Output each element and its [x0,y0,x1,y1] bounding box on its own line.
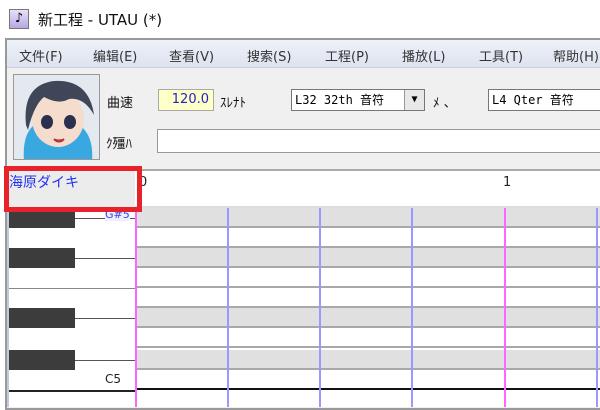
grid-row [135,350,600,370]
grid-row [135,208,600,228]
lyric-label: ｸ殭ﾊ [106,137,133,152]
length-label: ﾒ 、 [433,96,457,111]
length-select[interactable]: L4 Qter 音符 [488,89,600,111]
menu-edit[interactable]: 编辑(E) [93,46,137,65]
measure-number: 1 [503,175,512,190]
menu-tools[interactable]: 工具(T) [479,46,523,65]
menu-search[interactable]: 搜索(S) [247,46,291,65]
bottom-note-label: C5 [105,372,122,386]
grid-row [135,308,600,328]
grid-row [135,248,600,268]
key-divider [75,318,137,319]
key-divider [9,288,137,289]
tempo-label: 曲速 [107,96,134,111]
octave-line [9,390,137,392]
singer-avatar[interactable] [13,74,100,160]
black-key[interactable] [9,308,75,328]
measure-line [504,208,506,407]
grid-row [135,328,600,348]
measure-line [135,208,137,407]
menu-help[interactable]: 帮助(H) [553,46,599,65]
grid-row [135,288,600,308]
grid-row [135,228,600,248]
lyric-input[interactable] [157,129,600,153]
grid-row [135,370,600,390]
quantize-select[interactable]: L32 32th 音符 ▼ [291,89,425,111]
quantize-label: ｽﾚﾅﾄ [220,96,246,111]
black-key[interactable] [9,350,75,370]
music-note-icon[interactable]: ♪ [9,9,29,29]
note-grid[interactable] [135,208,600,407]
beat-line [319,208,321,407]
black-key[interactable] [9,248,75,268]
key-divider [75,360,137,361]
highlight-box [4,166,142,212]
menu-project[interactable]: 工程(P) [325,46,369,65]
chevron-down-icon[interactable]: ▼ [404,90,424,110]
measure-ruler[interactable]: 0 1 [135,171,600,208]
key-divider [75,258,137,259]
menu-play[interactable]: 播放(L) [402,46,445,65]
tempo-input[interactable]: 120.0 [158,89,214,111]
beat-line [227,208,229,407]
beat-line [411,208,413,407]
grid-row [135,268,600,288]
quantize-value: L32 32th 音符 [295,93,385,107]
window-title: 新工程 - UTAU (*) [38,11,163,29]
menu-view[interactable]: 查看(V) [169,46,214,65]
piano-keyboard[interactable]: G#5 C5 [7,208,137,407]
menu-file[interactable]: 文件(F) [19,46,63,65]
beat-line [596,208,598,407]
length-value: L4 Qter 音符 [492,93,574,107]
menu-bar: 文件(F) 编辑(E) 查看(V) 搜索(S) 工程(P) 播放(L) 工具(T… [7,40,600,68]
